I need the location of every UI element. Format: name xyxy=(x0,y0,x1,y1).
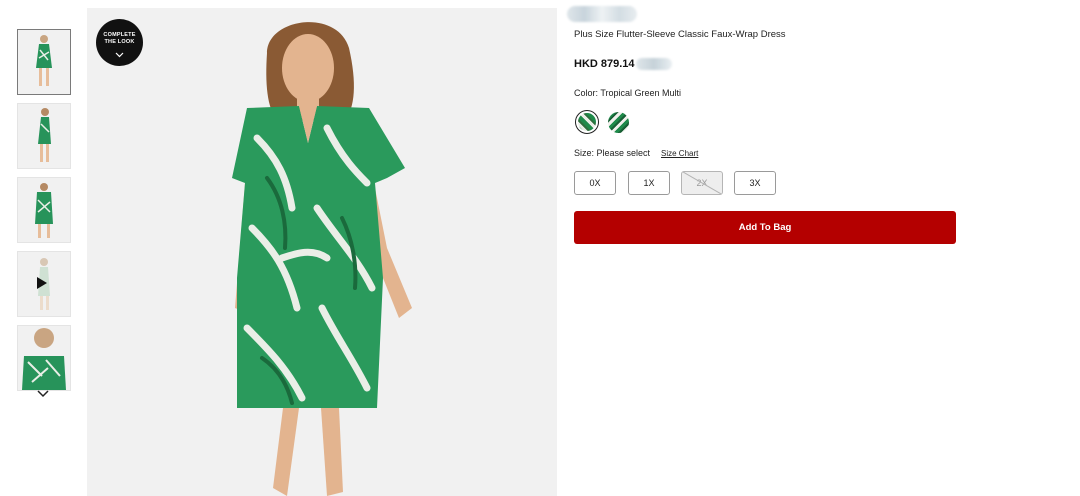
color-selection: Color: Tropical Green Multi xyxy=(574,88,681,98)
product-title: Plus Size Flutter-Sleeve Classic Faux-Wr… xyxy=(574,29,786,40)
thumbnail-2[interactable] xyxy=(17,103,71,169)
chevron-down-icon[interactable] xyxy=(35,388,51,400)
thumbnail-3[interactable] xyxy=(17,177,71,243)
thumbnail-rail xyxy=(17,29,71,399)
price-note-redacted xyxy=(636,58,672,70)
product-price: HKD 879.14 xyxy=(574,58,635,70)
thumbnail-5[interactable] xyxy=(17,325,71,391)
chevron-down-icon xyxy=(115,52,124,58)
model-figure xyxy=(232,22,412,496)
complete-the-look-button[interactable]: COMPLETE THE LOOK xyxy=(96,19,143,66)
play-icon xyxy=(37,277,47,289)
brand-name-redacted xyxy=(567,6,637,22)
size-option-1x[interactable]: 1X xyxy=(628,171,670,195)
size-option-3x[interactable]: 3X xyxy=(734,171,776,195)
size-prompt: Please select xyxy=(596,148,651,158)
size-chart-link[interactable]: Size Chart xyxy=(661,149,698,158)
size-option-2x-unavailable[interactable]: 2X xyxy=(681,171,723,195)
thumbnail-1[interactable] xyxy=(17,29,71,95)
color-swatch-tropical-green[interactable] xyxy=(575,110,599,134)
size-selection: Size: Please select xyxy=(574,148,650,158)
color-value: Tropical Green Multi xyxy=(600,88,682,98)
complete-the-look-label: COMPLETE THE LOOK xyxy=(103,32,136,45)
add-to-bag-button[interactable]: Add To Bag xyxy=(574,211,956,244)
color-label: Color: xyxy=(574,88,599,98)
color-swatch-alternate[interactable] xyxy=(608,112,629,133)
main-product-image: COMPLETE THE LOOK xyxy=(87,8,557,496)
thumbnail-video[interactable] xyxy=(17,251,71,317)
size-label: Size: xyxy=(574,148,595,158)
size-option-0x[interactable]: 0X xyxy=(574,171,616,195)
